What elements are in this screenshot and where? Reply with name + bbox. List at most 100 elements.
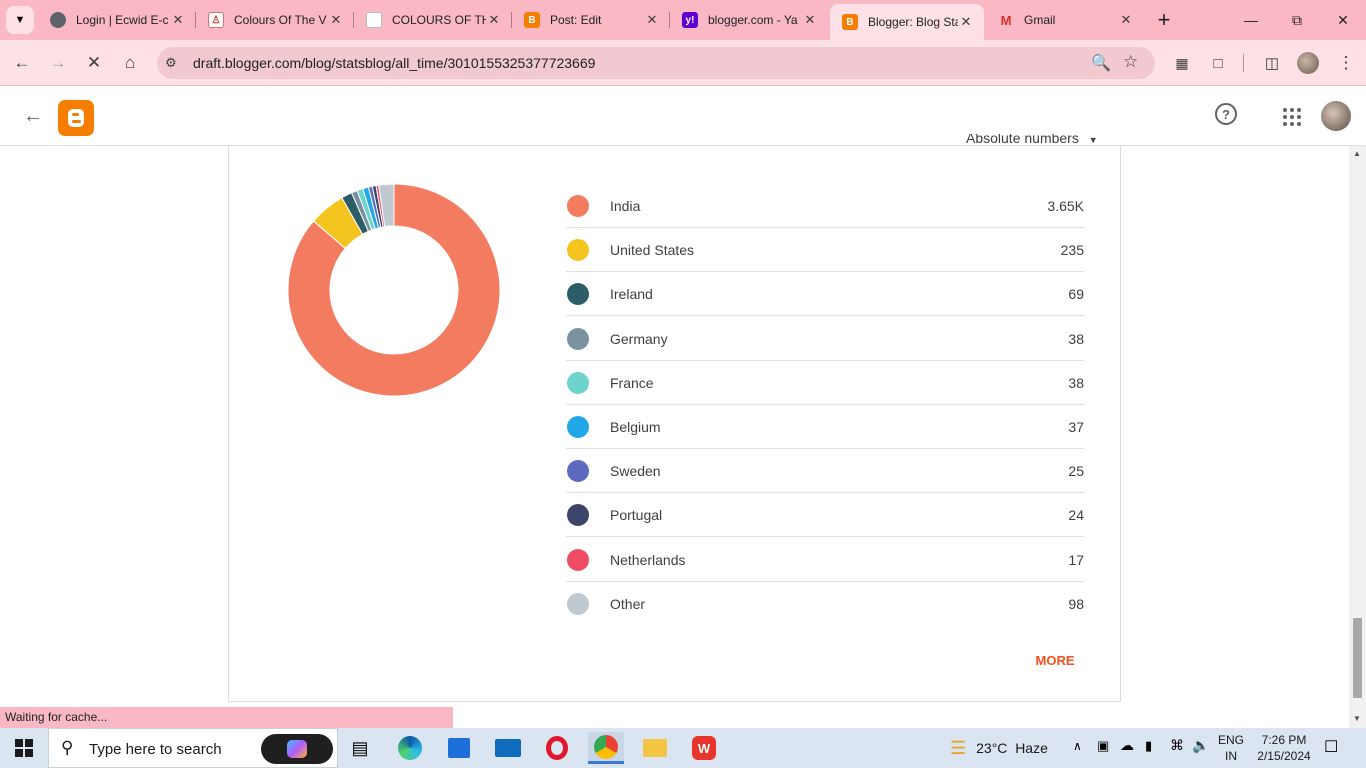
globe-icon: [50, 12, 66, 28]
help-icon: ?: [1222, 106, 1230, 122]
onedrive-icon[interactable]: ☁: [1120, 737, 1134, 754]
chrome-menu-button[interactable]: ⋮: [1332, 49, 1360, 77]
close-icon[interactable]: ✕: [958, 14, 974, 30]
close-icon[interactable]: ✕: [644, 12, 660, 28]
meet-now-icon[interactable]: ▣: [1097, 738, 1109, 754]
tab-yahoo[interactable]: y! blogger.com - Ya ✕: [670, 4, 828, 36]
bookmark-star-icon[interactable]: ☆: [1123, 52, 1138, 72]
country-value: 38: [1068, 374, 1084, 391]
language-code: ENG: [1217, 733, 1244, 747]
country-row: France 38: [566, 361, 1084, 405]
clock[interactable]: 7:26 PM 2/15/2024: [1252, 732, 1316, 764]
site-info-icon[interactable]: ⚙: [165, 55, 181, 71]
country-name: Germany: [610, 330, 668, 347]
legend-swatch: [567, 460, 589, 483]
tab-gmail[interactable]: M Gmail ✕: [986, 4, 1144, 36]
country-name: France: [610, 374, 654, 391]
tab-search-button[interactable]: ▼: [6, 6, 34, 34]
apps-grid-button[interactable]: [1282, 107, 1302, 127]
weather-widget[interactable]: ☰ 23°C Haze: [950, 728, 1048, 768]
country-name: Ireland: [610, 286, 653, 303]
tab-blogger-stats[interactable]: B Blogger: Blog Sta ✕: [830, 4, 984, 40]
scroll-down-arrow[interactable]: ▼: [1353, 714, 1361, 723]
help-button[interactable]: ?: [1215, 103, 1237, 125]
window-close-button[interactable]: ✕: [1320, 0, 1366, 40]
home-button[interactable]: ⌂: [116, 49, 144, 77]
minimize-button[interactable]: —: [1228, 0, 1274, 40]
scrollbar-thumb[interactable]: [1353, 618, 1362, 698]
profile-avatar[interactable]: [1297, 52, 1319, 74]
country-name: Other: [610, 595, 646, 612]
tab-colours-2[interactable]: COLOURS OF TH ✕: [354, 4, 512, 36]
close-icon[interactable]: ✕: [1118, 12, 1134, 28]
url-text[interactable]: draft.blogger.com/blog/statsblog/all_tim…: [193, 55, 595, 71]
country-row: Portugal 24: [566, 493, 1084, 538]
forward-button[interactable]: →: [44, 49, 72, 77]
opera-app[interactable]: [539, 732, 575, 764]
blogger-logo[interactable]: [58, 100, 94, 136]
country-value: 24: [1068, 507, 1084, 524]
puzzle-pin-icon: ▦: [1175, 54, 1189, 71]
start-button[interactable]: [6, 732, 42, 764]
restore-button[interactable]: ⧉: [1274, 0, 1320, 40]
legend-swatch: [567, 327, 589, 350]
store-icon: [448, 738, 470, 758]
edge-app[interactable]: [392, 732, 428, 764]
tray-overflow-icon[interactable]: ∧: [1073, 739, 1082, 753]
mail-icon: [495, 739, 521, 757]
zoom-icon[interactable]: 🔍: [1091, 53, 1111, 73]
extensions-button[interactable]: □: [1204, 49, 1232, 77]
close-icon: ✕: [1337, 11, 1349, 28]
metric-dropdown-label: Absolute numbers: [966, 134, 1079, 146]
country-name: Belgium: [610, 419, 661, 435]
scroll-up-arrow[interactable]: ▲: [1353, 149, 1361, 158]
arrow-right-icon: →: [49, 53, 67, 72]
extension-pin-button[interactable]: ▦: [1168, 49, 1196, 77]
copilot-icon[interactable]: [261, 734, 333, 764]
back-button[interactable]: ←: [8, 49, 36, 77]
legend-swatch: [567, 283, 589, 306]
taskbar-search-box[interactable]: ⚲ Type here to search: [48, 728, 338, 768]
colours-icon: ♙: [208, 12, 224, 28]
yahoo-icon: y!: [682, 12, 698, 28]
stop-button[interactable]: ✕: [80, 49, 108, 77]
tab-ecwid[interactable]: Login | Ecwid E-c ✕: [38, 4, 196, 36]
legend-swatch: [567, 416, 589, 438]
wifi-icon[interactable]: ⌘: [1170, 737, 1184, 754]
country-name: Portugal: [610, 507, 663, 524]
weather-text: 23°C Haze: [976, 740, 1048, 756]
chrome-app[interactable]: [588, 732, 624, 764]
battery-icon[interactable]: ▮: [1145, 738, 1152, 754]
scrollbar[interactable]: ▲ ▼: [1349, 146, 1366, 728]
country-row: Other 98: [566, 582, 1084, 626]
file-explorer-app[interactable]: [637, 732, 673, 764]
page-icon: [366, 12, 382, 28]
wps-app[interactable]: W: [686, 732, 722, 764]
legend-swatch: [567, 592, 589, 615]
country-row: Sweden 25: [566, 449, 1084, 494]
windows-logo-icon: [15, 739, 33, 757]
more-button[interactable]: MORE: [1026, 649, 1084, 671]
side-panel-button[interactable]: ◫: [1258, 49, 1286, 77]
status-bubble: Waiting for cache...: [0, 707, 453, 728]
country-value: 38: [1068, 330, 1084, 347]
task-view-button[interactable]: ▤: [342, 732, 378, 764]
mail-app[interactable]: [490, 732, 526, 764]
close-icon[interactable]: ✕: [802, 12, 818, 28]
tab-colours[interactable]: ♙ Colours Of The V ✕: [196, 4, 354, 36]
language-indicator[interactable]: ENG IN: [1216, 732, 1246, 764]
store-app[interactable]: [441, 732, 477, 764]
metric-dropdown[interactable]: Absolute numbers ▼: [966, 134, 1106, 146]
notifications-icon[interactable]: ☐: [1324, 737, 1338, 757]
back-button[interactable]: ←: [18, 101, 48, 131]
tab-post-edit[interactable]: B Post: Edit ✕: [512, 4, 670, 36]
close-icon[interactable]: ✕: [486, 12, 502, 28]
account-avatar[interactable]: [1321, 101, 1351, 131]
tab-strip: ▼ Login | Ecwid E-c ✕ ♙ Colours Of The V…: [0, 0, 1366, 40]
search-icon: ⚲: [61, 738, 74, 757]
close-icon[interactable]: ✕: [328, 12, 344, 28]
close-icon[interactable]: ✕: [170, 12, 186, 28]
volume-icon[interactable]: 🔈: [1192, 737, 1209, 754]
new-tab-button[interactable]: +: [1150, 6, 1178, 34]
toolbar-divider: [1243, 54, 1244, 72]
